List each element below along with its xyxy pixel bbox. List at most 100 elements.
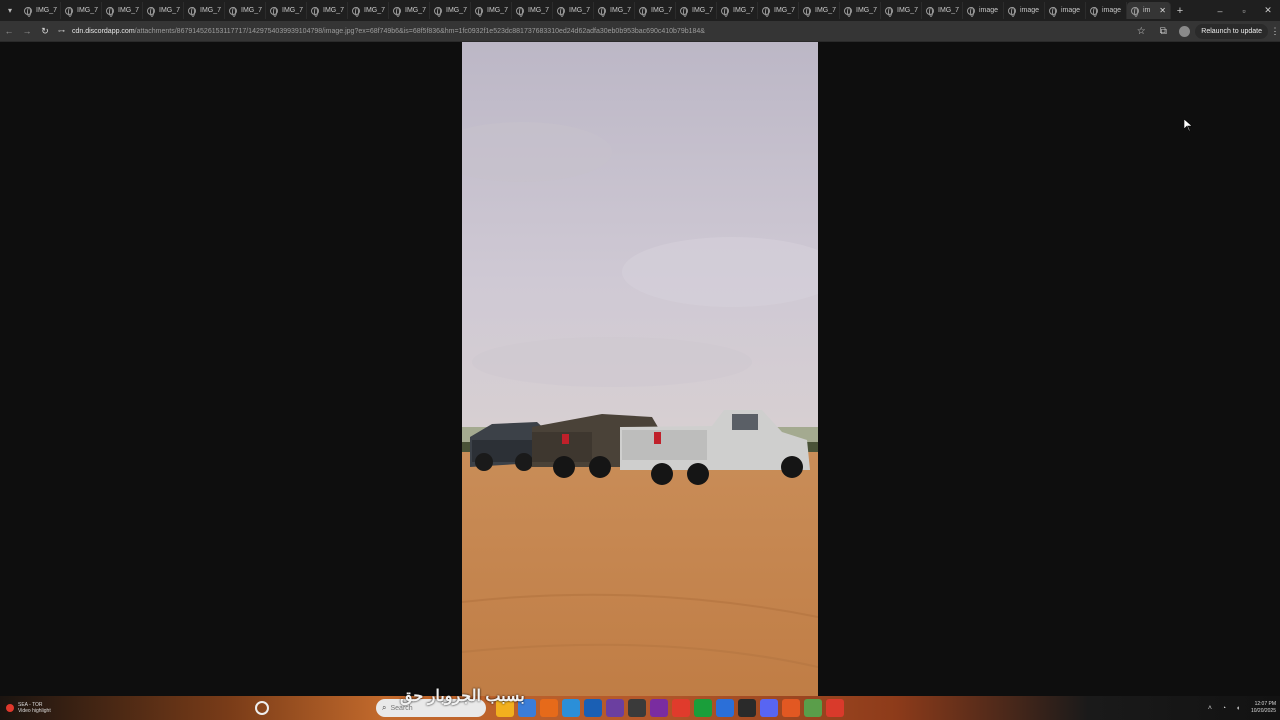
taskbar-clock[interactable]: 12:07 PM 10/20/2025 <box>1251 701 1276 715</box>
tab-title: image <box>979 7 999 14</box>
browser-tab[interactable]: IMG_7 <box>881 2 922 19</box>
taskbar-app-icon[interactable] <box>804 699 822 717</box>
browser-tab[interactable]: IMG_7 <box>758 2 799 19</box>
os-taskbar: SEA - TOR Video highlight ⌕ Search ˄ ◔ ◖… <box>0 696 1280 720</box>
browser-tab[interactable]: IMG_7 <box>389 2 430 19</box>
close-window-button[interactable]: ✕ <box>1256 5 1280 16</box>
browser-tab[interactable]: IMG_7 <box>143 2 184 19</box>
restore-button[interactable]: ▫ <box>1232 6 1256 16</box>
new-tab-button[interactable]: + <box>1171 5 1189 17</box>
globe-icon <box>1131 6 1139 17</box>
browser-tab[interactable]: IMG_7 <box>102 2 143 19</box>
tab-title: IMG_7 <box>897 7 919 14</box>
browser-tab[interactable]: IMG_7 <box>635 2 676 19</box>
taskbar-app-icon[interactable] <box>650 699 668 717</box>
site-info-icon[interactable]: ⊶ <box>58 27 68 35</box>
browser-tab[interactable]: IMG_7 <box>676 2 717 19</box>
tab-title: IMG_7 <box>856 7 878 14</box>
clock-time: 12:07 PM <box>1254 701 1276 707</box>
network-icon[interactable]: ◔ <box>1217 705 1231 712</box>
tab-title: IMG_7 <box>405 7 427 14</box>
browser-tab[interactable]: im ✕ <box>1127 2 1171 19</box>
minimize-button[interactable]: – <box>1208 6 1232 16</box>
browser-tab[interactable]: IMG_7 <box>184 2 225 19</box>
volume-icon[interactable]: ◖ <box>1231 705 1245 712</box>
tab-title: IMG_7 <box>364 7 386 14</box>
taskbar-news-widget[interactable]: SEA - TOR Video highlight <box>0 702 90 714</box>
puzzle-icon[interactable]: ⧉ <box>1152 26 1174 37</box>
taskbar-app-icon[interactable] <box>782 699 800 717</box>
globe-icon <box>1090 6 1098 17</box>
globe-icon <box>844 6 852 17</box>
forward-arrow-icon[interactable]: → <box>18 26 36 36</box>
taskbar-app-icon[interactable] <box>606 699 624 717</box>
widget-line2: Video highlight <box>18 708 51 714</box>
browser-tab[interactable]: IMG_7 <box>348 2 389 19</box>
taskbar-app-icon[interactable] <box>584 699 602 717</box>
globe-icon <box>352 6 360 17</box>
globe-icon <box>1049 6 1057 17</box>
globe-icon <box>639 6 647 17</box>
taskbar-app-icon[interactable] <box>694 699 712 717</box>
mouse-cursor-icon <box>1184 119 1192 131</box>
tab-title: IMG_7 <box>528 7 550 14</box>
chevron-up-icon[interactable]: ˄ <box>1203 705 1217 712</box>
browser-tab[interactable]: IMG_7 <box>922 2 963 19</box>
close-tab-icon[interactable]: ✕ <box>1159 6 1166 15</box>
taskbar-app-icon[interactable] <box>716 699 734 717</box>
address-bar[interactable]: ⊶ cdn.discordapp.com/attachments/8679145… <box>58 23 1156 39</box>
displayed-image[interactable] <box>462 42 818 696</box>
star-icon[interactable]: ☆ <box>1130 26 1152 37</box>
browser-tab[interactable]: image <box>1045 2 1086 19</box>
browser-tab[interactable]: IMG_7 <box>307 2 348 19</box>
relaunch-button[interactable]: Relaunch to update <box>1195 24 1268 39</box>
tab-title: IMG_7 <box>569 7 591 14</box>
system-tray: ˄ ◔ ◖ 12:07 PM 10/20/2025 <box>1203 696 1276 720</box>
taskbar-app-icon[interactable] <box>738 699 756 717</box>
browser-tab[interactable]: IMG_7 <box>20 2 61 19</box>
taskbar-app-icon[interactable] <box>540 699 558 717</box>
globe-icon <box>1008 6 1016 17</box>
browser-tab[interactable]: IMG_7 <box>717 2 758 19</box>
globe-icon <box>24 6 32 17</box>
browser-tab[interactable]: IMG_7 <box>61 2 102 19</box>
browser-tab[interactable]: IMG_7 <box>553 2 594 19</box>
taskbar-app-icon[interactable] <box>628 699 646 717</box>
browser-tab[interactable]: IMG_7 <box>512 2 553 19</box>
taskbar-app-icon[interactable] <box>672 699 690 717</box>
tab-title: image <box>1061 7 1081 14</box>
browser-tab[interactable]: IMG_7 <box>430 2 471 19</box>
search-icon: ⌕ <box>382 703 387 712</box>
browser-tab[interactable]: IMG_7 <box>799 2 840 19</box>
subtitle-overlay: بسبب الجروبار حق <box>400 688 525 705</box>
back-arrow-icon[interactable]: ← <box>0 26 18 36</box>
profile-avatar[interactable] <box>1179 26 1191 37</box>
tab-title: image <box>1020 7 1040 14</box>
browser-tab[interactable]: IMG_7 <box>840 2 881 19</box>
globe-icon <box>393 6 401 17</box>
tab-title: IMG_7 <box>118 7 140 14</box>
taskbar-app-icon[interactable] <box>562 699 580 717</box>
tab-title: IMG_7 <box>200 7 222 14</box>
tab-search-icon[interactable]: ▾ <box>0 0 20 21</box>
globe-icon <box>926 6 934 17</box>
browser-tab[interactable]: IMG_7 <box>225 2 266 19</box>
browser-tab[interactable]: image <box>963 2 1004 19</box>
globe-icon <box>598 6 606 17</box>
reload-icon[interactable]: ↻ <box>36 26 54 37</box>
globe-icon <box>434 6 442 17</box>
tab-title: IMG_7 <box>815 7 837 14</box>
browser-tab[interactable]: IMG_7 <box>594 2 635 19</box>
globe-icon <box>885 6 893 17</box>
kebab-icon[interactable]: ⋮ <box>1270 26 1280 37</box>
browser-tab[interactable]: IMG_7 <box>266 2 307 19</box>
tab-title: IMG_7 <box>159 7 181 14</box>
start-button[interactable] <box>255 701 269 715</box>
browser-tab[interactable]: image <box>1086 2 1127 19</box>
taskbar-app-icon[interactable] <box>826 699 844 717</box>
globe-icon <box>475 6 483 17</box>
browser-tab[interactable]: IMG_7 <box>471 2 512 19</box>
pinned-apps <box>496 699 848 717</box>
taskbar-app-icon[interactable] <box>760 699 778 717</box>
browser-tab[interactable]: image <box>1004 2 1045 19</box>
